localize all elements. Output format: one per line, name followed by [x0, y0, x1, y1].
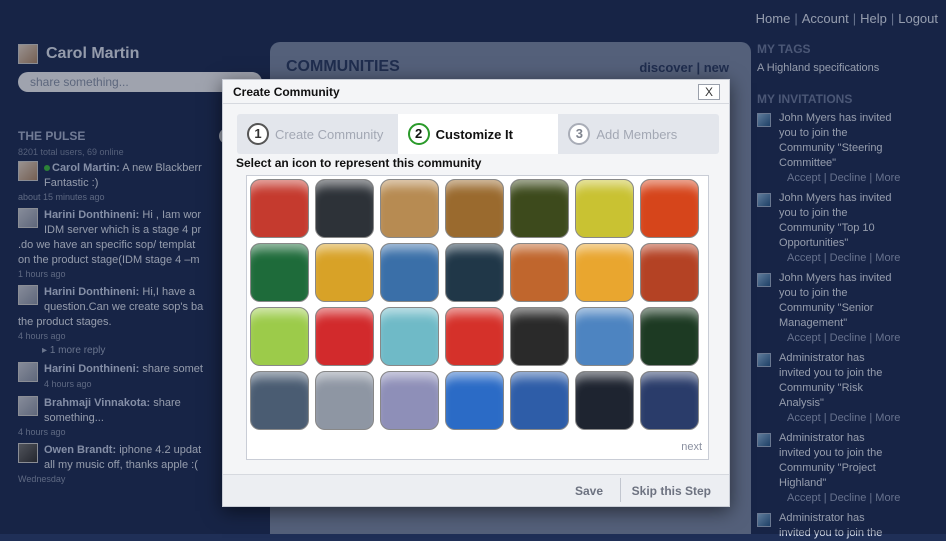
math-formula-icon[interactable]: [315, 243, 374, 302]
spacewalk-icon[interactable]: [640, 371, 699, 430]
save-button[interactable]: Save: [575, 484, 603, 498]
step-add-members[interactable]: 3 Add Members: [558, 114, 719, 154]
dialog-footer: Save Skip this Step: [223, 474, 729, 506]
code-screen-icon[interactable]: [250, 243, 309, 302]
step-label: Add Members: [596, 126, 678, 142]
step-number: 3: [568, 123, 591, 145]
dove-icon[interactable]: [575, 179, 634, 238]
radar-icon[interactable]: [640, 307, 699, 366]
next-page-link[interactable]: next: [681, 441, 702, 453]
icon-grid: [250, 179, 699, 430]
blueprint-icon[interactable]: [380, 243, 439, 302]
nautilus-shell-icon[interactable]: [510, 243, 569, 302]
icon-picker: next: [246, 175, 709, 460]
pen-paper-icon[interactable]: [380, 179, 439, 238]
step-label: Customize It: [435, 126, 513, 142]
fuel-pump-icon[interactable]: [445, 307, 504, 366]
icon-instruction: Select an icon to represent this communi…: [236, 156, 482, 170]
battery-icon[interactable]: [380, 307, 439, 366]
pilot-icon[interactable]: [250, 371, 309, 430]
sports-car-icon[interactable]: [315, 307, 374, 366]
rss-icon[interactable]: [640, 179, 699, 238]
tire-icon[interactable]: [510, 307, 569, 366]
dart-target-icon[interactable]: [575, 243, 634, 302]
wizard-steps: 1 Create Community 2 Customize It 3 Add …: [237, 114, 719, 154]
create-community-dialog: Create Community X 1 Create Community 2 …: [222, 79, 730, 507]
butterfly-icon[interactable]: [510, 179, 569, 238]
skip-step-button[interactable]: Skip this Step: [632, 484, 711, 498]
astronaut-icon[interactable]: [575, 371, 634, 430]
gauge-icon[interactable]: [445, 243, 504, 302]
step-create-community[interactable]: 1 Create Community: [237, 114, 398, 154]
dialog-title: Create Community: [223, 80, 729, 104]
close-button[interactable]: X: [698, 84, 720, 100]
jet-formation-icon[interactable]: [445, 371, 504, 430]
step-number: 2: [407, 123, 430, 145]
race-car-icon[interactable]: [575, 307, 634, 366]
step-label: Create Community: [275, 126, 384, 142]
ship-wheel-icon[interactable]: [445, 179, 504, 238]
step-number: 1: [247, 123, 269, 145]
checkbox-icon[interactable]: [250, 179, 309, 238]
railway-icon[interactable]: [640, 243, 699, 302]
airplane-icon[interactable]: [315, 371, 374, 430]
jet-icon[interactable]: [380, 371, 439, 430]
footer-divider: [620, 478, 621, 502]
satellite-icon[interactable]: [315, 179, 374, 238]
apple-icon[interactable]: [250, 307, 309, 366]
parachute-icon[interactable]: [510, 371, 569, 430]
step-customize-it[interactable]: 2 Customize It: [397, 114, 559, 154]
